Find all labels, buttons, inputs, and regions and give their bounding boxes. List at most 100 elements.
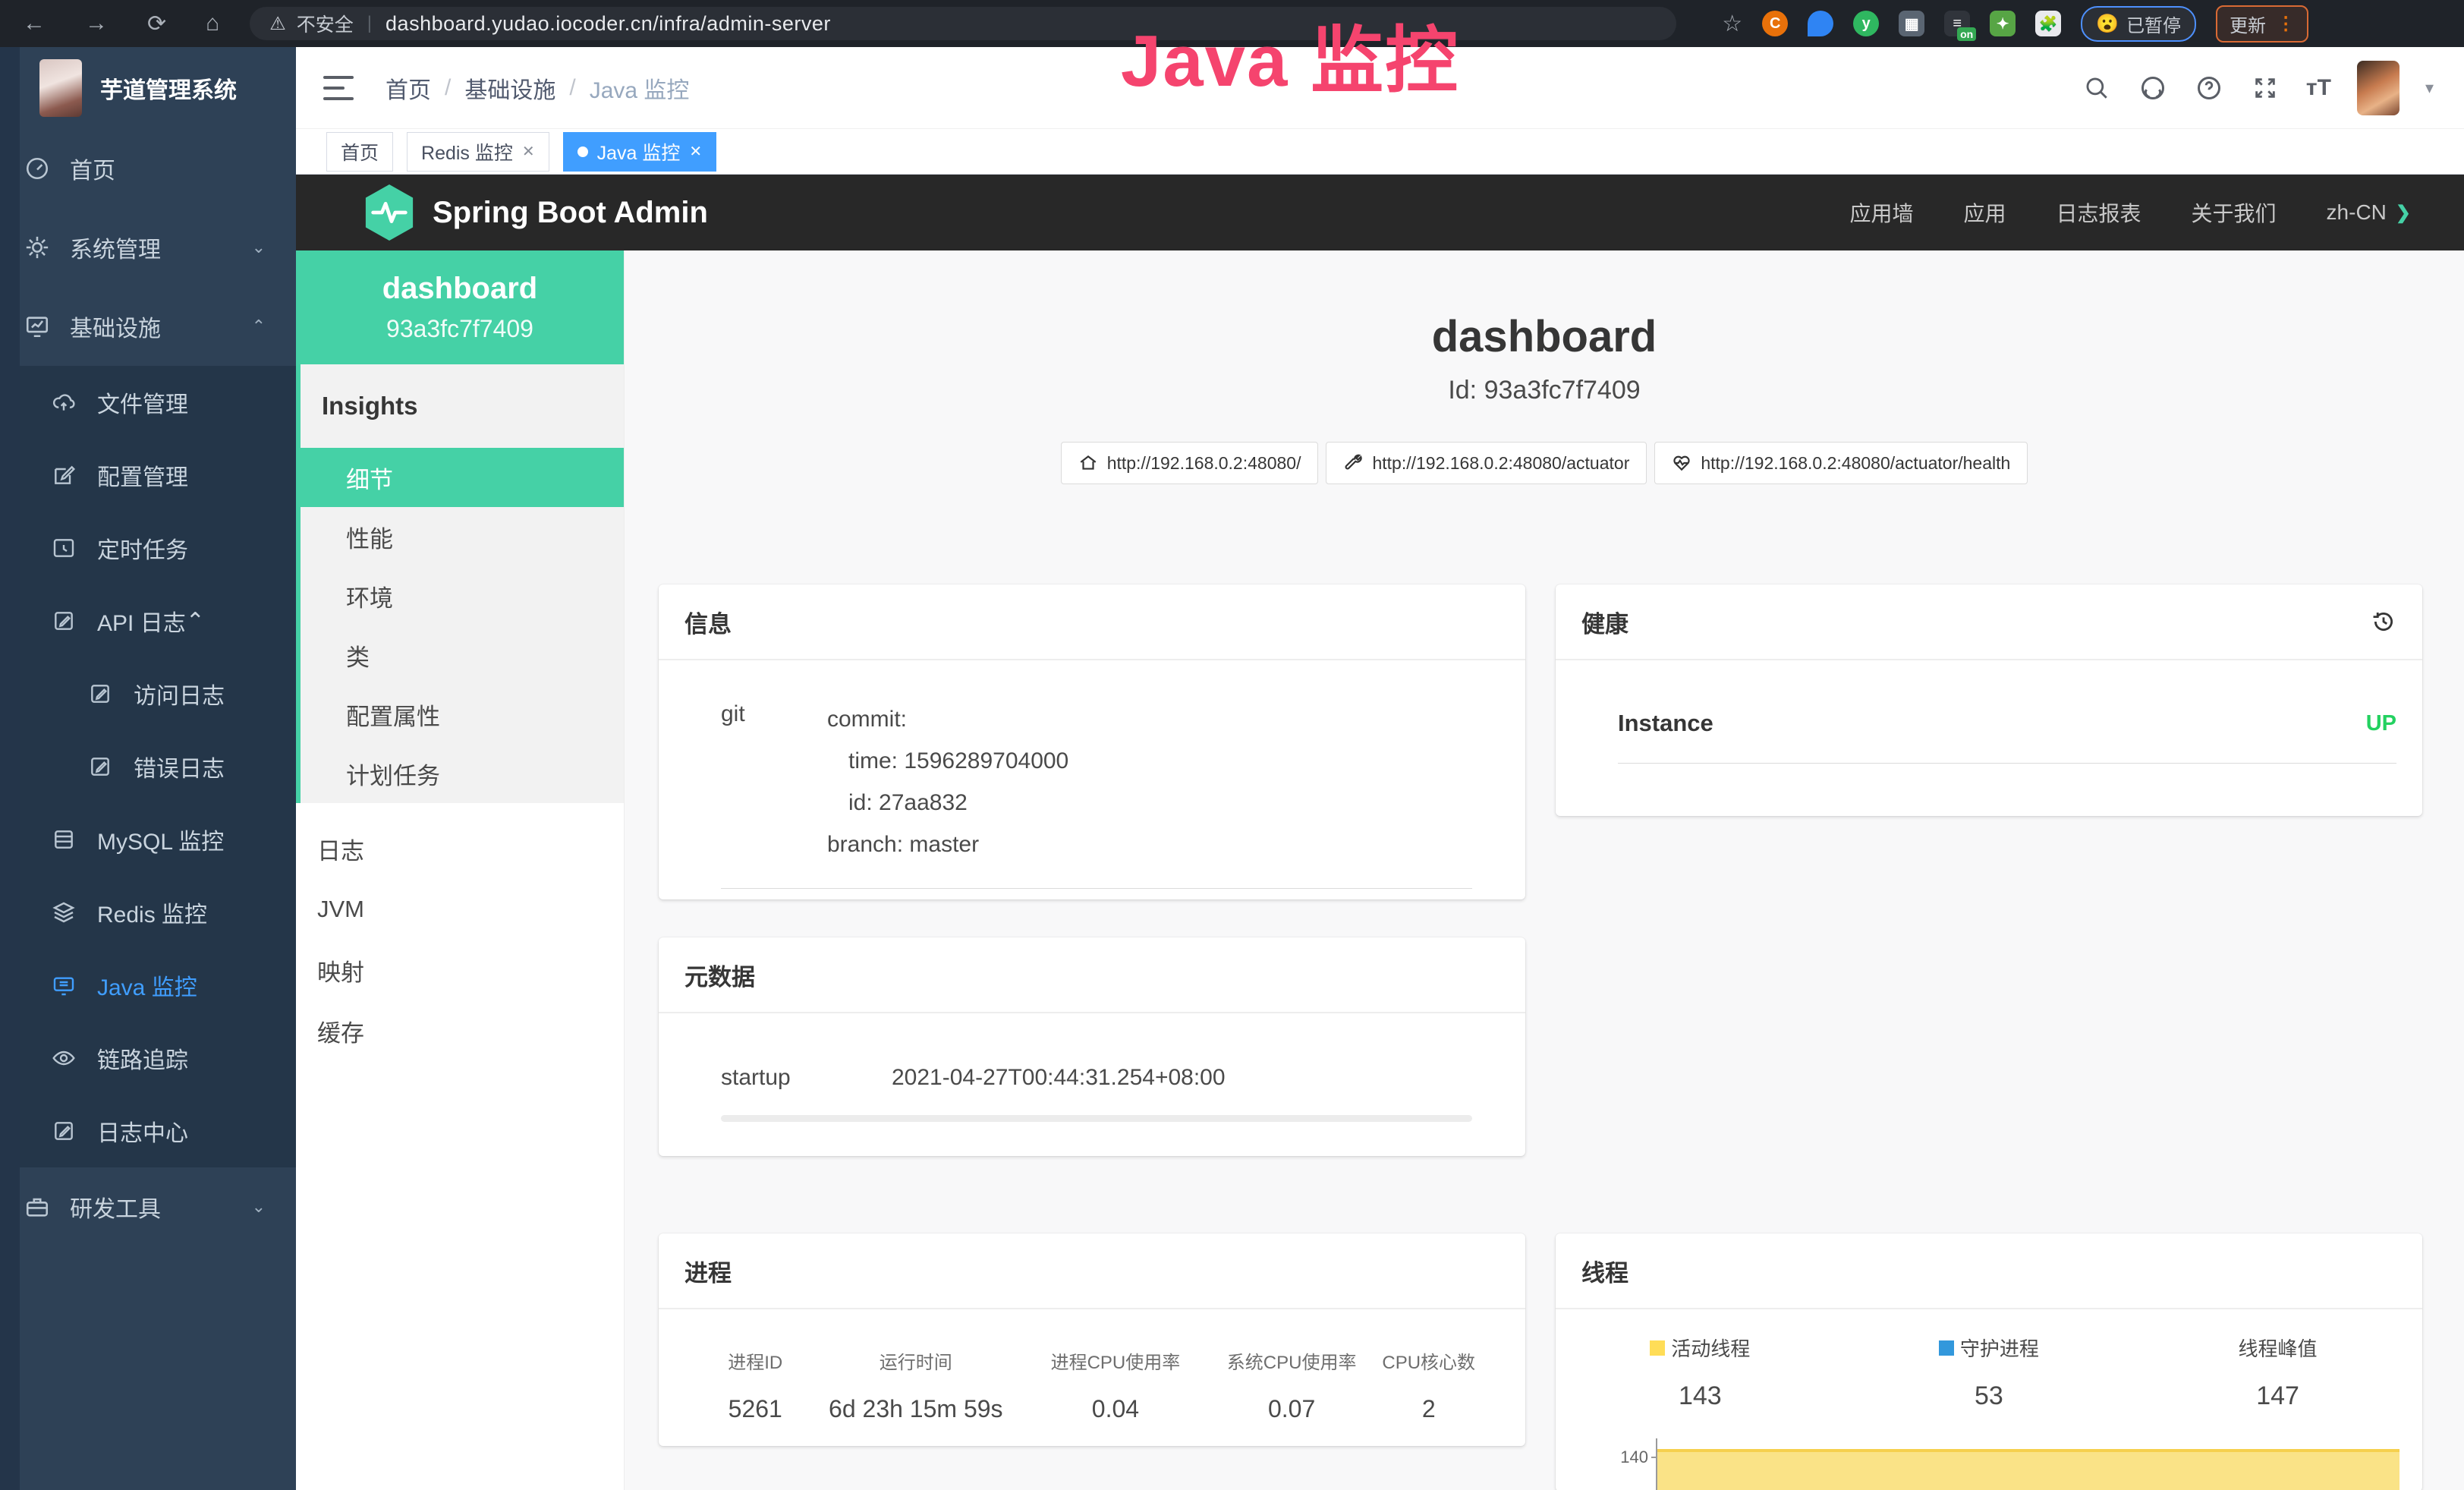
sidebar-item-system[interactable]: 系统管理 ⌄ [0, 208, 296, 287]
actuator-url: http://192.168.0.2:48080/actuator [1372, 453, 1629, 474]
tab-java-monitor[interactable]: Java 监控 ✕ [563, 132, 717, 172]
sidebar-item-mysql-monitor[interactable]: MySQL 监控 [20, 803, 296, 876]
sba-menu-metrics[interactable]: 性能 [301, 507, 624, 566]
extension-leaf-icon[interactable]: ✦ [1990, 11, 2016, 36]
app-sidebar: 芋道管理系统 首页 系统管理 ⌄ 基础设施 ⌃ [0, 47, 296, 1490]
sidebar-item-log-center[interactable]: 日志中心 [20, 1095, 296, 1167]
extension-y-icon[interactable]: y [1853, 11, 1879, 36]
sidebar-item-home[interactable]: 首页 [0, 129, 296, 208]
sidebar-item-label: 访问日志 [134, 677, 225, 710]
sidebar-item-label: 研发工具 [70, 1190, 161, 1224]
card-title: 元数据 [684, 958, 755, 992]
sba-menu-classes[interactable]: 类 [301, 625, 624, 685]
sidebar-item-redis-monitor[interactable]: Redis 监控 [20, 876, 296, 949]
live-threads-value: 143 [1556, 1381, 1845, 1411]
user-avatar[interactable] [2357, 61, 2399, 115]
sidebar-item-error-log[interactable]: 错误日志 [20, 730, 296, 803]
sba-nav-applications[interactable]: 应用 [1964, 197, 2006, 228]
app-title: 芋道管理系统 [100, 71, 237, 105]
profile-emoji-icon: 😮 [2096, 13, 2119, 35]
breadcrumb-home[interactable]: 首页 [385, 71, 431, 105]
peak-threads-value: 147 [2133, 1381, 2422, 1411]
instance-name: dashboard [382, 272, 537, 306]
live-threads-area [1657, 1449, 2399, 1490]
yellow-swatch-icon [1650, 1340, 1665, 1356]
blue-swatch-icon [1939, 1340, 1954, 1356]
breadcrumb-infra[interactable]: 基础设施 [464, 71, 555, 105]
app-logo[interactable]: 芋道管理系统 [0, 47, 296, 129]
home-icon [1078, 453, 1098, 473]
sba-menu-scheduled-tasks[interactable]: 计划任务 [301, 744, 624, 803]
sba-menu-mappings[interactable]: 映射 [296, 940, 624, 1000]
sba-menu-environment[interactable]: 环境 [301, 566, 624, 625]
help-icon[interactable] [2194, 73, 2224, 103]
browser-menu-icon[interactable]: ⋮ [2277, 13, 2295, 35]
back-icon[interactable]: ← [23, 11, 46, 37]
sba-menu-caches[interactable]: 缓存 [296, 1000, 624, 1061]
extension-pin-icon[interactable] [1808, 11, 1833, 36]
sidebar-item-infra[interactable]: 基础设施 ⌃ [0, 287, 296, 366]
tab-redis-monitor[interactable]: Redis 监控 ✕ [407, 132, 549, 172]
chrome-update-button[interactable]: 更新 ⋮ [2216, 5, 2308, 43]
sidebar-item-dev-tools[interactable]: 研发工具 ⌄ [0, 1167, 296, 1246]
github-icon[interactable] [2138, 73, 2168, 103]
close-icon[interactable]: ✕ [689, 142, 702, 161]
sba-nav-wallboard[interactable]: 应用墙 [1849, 197, 1913, 228]
fullscreen-icon[interactable] [2250, 73, 2280, 103]
sidebar-item-config-manage[interactable]: 配置管理 [20, 439, 296, 512]
sba-menu-config-props[interactable]: 配置属性 [301, 685, 624, 744]
history-icon[interactable] [2371, 609, 2396, 635]
info-key: git [721, 698, 827, 865]
bookmark-star-icon[interactable]: ☆ [1722, 11, 1742, 37]
sba-nav-journal[interactable]: 日志报表 [2056, 197, 2141, 228]
sidebar-item-label: API 日志 [97, 604, 186, 638]
extension-grid-icon[interactable]: ▦ [1899, 11, 1924, 36]
sidebar-item-access-log[interactable]: 访问日志 [20, 657, 296, 730]
metadata-key: startup [721, 1065, 892, 1091]
instance-header[interactable]: dashboard 93a3fc7f7409 [296, 250, 624, 364]
close-icon[interactable]: ✕ [522, 142, 535, 161]
daemon-threads-value: 53 [1845, 1381, 2134, 1411]
search-icon[interactable] [2082, 73, 2112, 103]
home-icon[interactable]: ⌂ [206, 11, 219, 37]
horizontal-scrollbar[interactable] [721, 1115, 1472, 1122]
sidebar-item-java-monitor[interactable]: Java 监控 [20, 949, 296, 1022]
paused-label: 已暂停 [2126, 11, 2181, 37]
card-title: 进程 [684, 1254, 732, 1288]
sba-nav-about[interactable]: 关于我们 [2192, 197, 2277, 228]
log-edit-icon [88, 682, 112, 706]
actuator-url-button[interactable]: http://192.168.0.2:48080/actuator [1326, 442, 1647, 484]
chevron-up-icon: ⌃ [252, 317, 266, 336]
extension-icon[interactable]: C [1762, 11, 1788, 36]
wrench-icon [1343, 453, 1363, 473]
sidebar-item-file-manage[interactable]: 文件管理 [20, 366, 296, 439]
sidebar-item-scheduled-job[interactable]: 定时任务 [20, 512, 296, 584]
reload-icon[interactable]: ⟳ [147, 11, 166, 37]
sba-menu-logs[interactable]: 日志 [296, 818, 624, 879]
sba-locale-select[interactable]: zh-CN ❯ [2327, 200, 2411, 225]
sidebar-item-trace[interactable]: 链路追踪 [20, 1022, 296, 1095]
extensions-puzzle-icon[interactable]: 🧩 [2035, 11, 2061, 36]
sba-menu-jvm[interactable]: JVM [296, 879, 624, 940]
instance-id: 93a3fc7f7409 [386, 315, 533, 343]
extension-switch-icon[interactable]: ≡on [1944, 11, 1970, 36]
briefcase-icon [24, 1194, 50, 1220]
monitor-icon [24, 313, 50, 339]
avatar-caret-icon[interactable]: ▾ [2425, 78, 2434, 98]
sba-brand-title: Spring Boot Admin [433, 196, 708, 230]
tab-home[interactable]: 首页 [326, 132, 393, 172]
log-edit-icon [88, 754, 112, 779]
status-badge: UP [2366, 711, 2396, 736]
profile-paused-chip[interactable]: 😮 已暂停 [2081, 6, 2196, 42]
service-url-button[interactable]: http://192.168.0.2:48080/ [1061, 442, 1319, 484]
sidebar-item-api-log[interactable]: API 日志 ⌃ [20, 584, 296, 657]
sidebar-item-label: 文件管理 [97, 386, 188, 419]
forward-icon[interactable]: → [85, 11, 108, 37]
tab-label: Java 监控 [597, 138, 681, 165]
sba-menu-details[interactable]: 细节 [301, 448, 624, 507]
hamburger-icon[interactable] [323, 76, 354, 100]
sba-sidebar: dashboard 93a3fc7f7409 Insights 细节 性能 环境… [296, 250, 625, 1490]
font-size-icon[interactable]: ᴛT [2306, 75, 2331, 101]
health-url-button[interactable]: http://192.168.0.2:48080/actuator/health [1654, 442, 2028, 484]
sidebar-item-label: 首页 [70, 152, 115, 185]
